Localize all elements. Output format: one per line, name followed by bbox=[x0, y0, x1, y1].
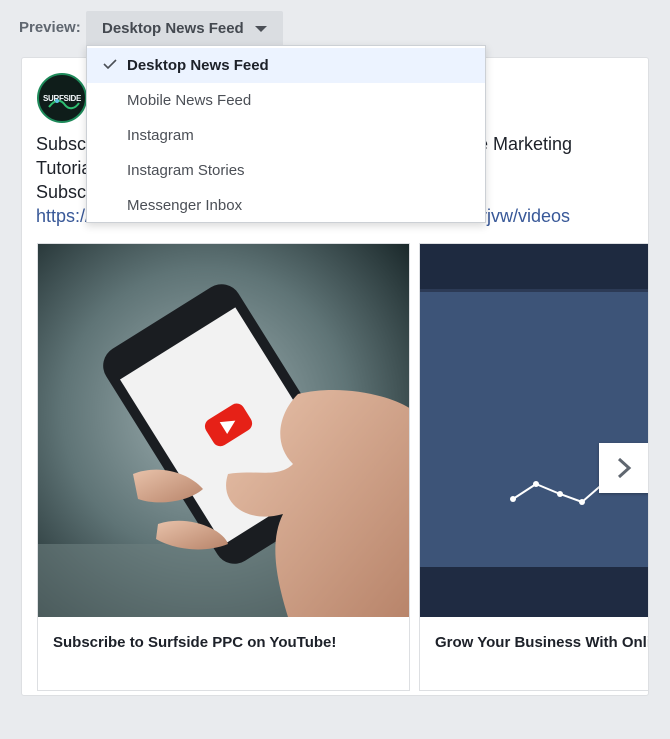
chevron-right-icon bbox=[617, 457, 632, 479]
menu-item-desktop-news-feed[interactable]: Desktop News Feed bbox=[87, 48, 485, 83]
caret-down-icon bbox=[255, 26, 267, 32]
menu-item-label: Desktop News Feed bbox=[127, 57, 269, 74]
wave-logo-icon bbox=[48, 99, 80, 110]
menu-item-instagram-stories[interactable]: Instagram Stories bbox=[87, 153, 485, 188]
carousel-image-1 bbox=[38, 244, 409, 617]
carousel-caption-1: Subscribe to Surfside PPC on YouTube! bbox=[53, 634, 337, 651]
menu-item-label: Instagram Stories bbox=[127, 162, 245, 179]
carousel-card-1[interactable]: Subscribe to Surfside PPC on YouTube! bbox=[37, 243, 410, 691]
menu-item-label: Messenger Inbox bbox=[127, 197, 243, 214]
menu-item-messenger-inbox[interactable]: Messenger Inbox bbox=[87, 188, 485, 223]
check-icon bbox=[103, 59, 117, 69]
carousel-next-button[interactable] bbox=[599, 443, 648, 493]
carousel-caption-2: Grow Your Business With Onli bbox=[435, 634, 649, 651]
post-text-line-1-start: Subscr bbox=[36, 134, 93, 154]
menu-item-instagram[interactable]: Instagram bbox=[87, 118, 485, 153]
placement-menu: Desktop News Feed Mobile News Feed Insta… bbox=[86, 45, 486, 223]
preview-select-value: Desktop News Feed bbox=[102, 19, 244, 37]
preview-select[interactable]: Desktop News Feed bbox=[86, 11, 283, 45]
menu-item-mobile-news-feed[interactable]: Mobile News Feed bbox=[87, 83, 485, 118]
post-link-end[interactable]: rjvw/videos bbox=[481, 204, 570, 228]
carousel-image-2 bbox=[420, 244, 648, 617]
page-avatar[interactable]: SURFSIDE bbox=[37, 73, 87, 123]
menu-item-label: Instagram bbox=[127, 127, 194, 144]
preview-label: Preview: bbox=[19, 19, 81, 36]
post-link-start[interactable]: https:// bbox=[36, 204, 90, 228]
post-text-line-3: Subscr bbox=[36, 182, 93, 202]
post-text-line-2: Tutoria bbox=[36, 158, 92, 178]
menu-item-label: Mobile News Feed bbox=[127, 92, 252, 109]
